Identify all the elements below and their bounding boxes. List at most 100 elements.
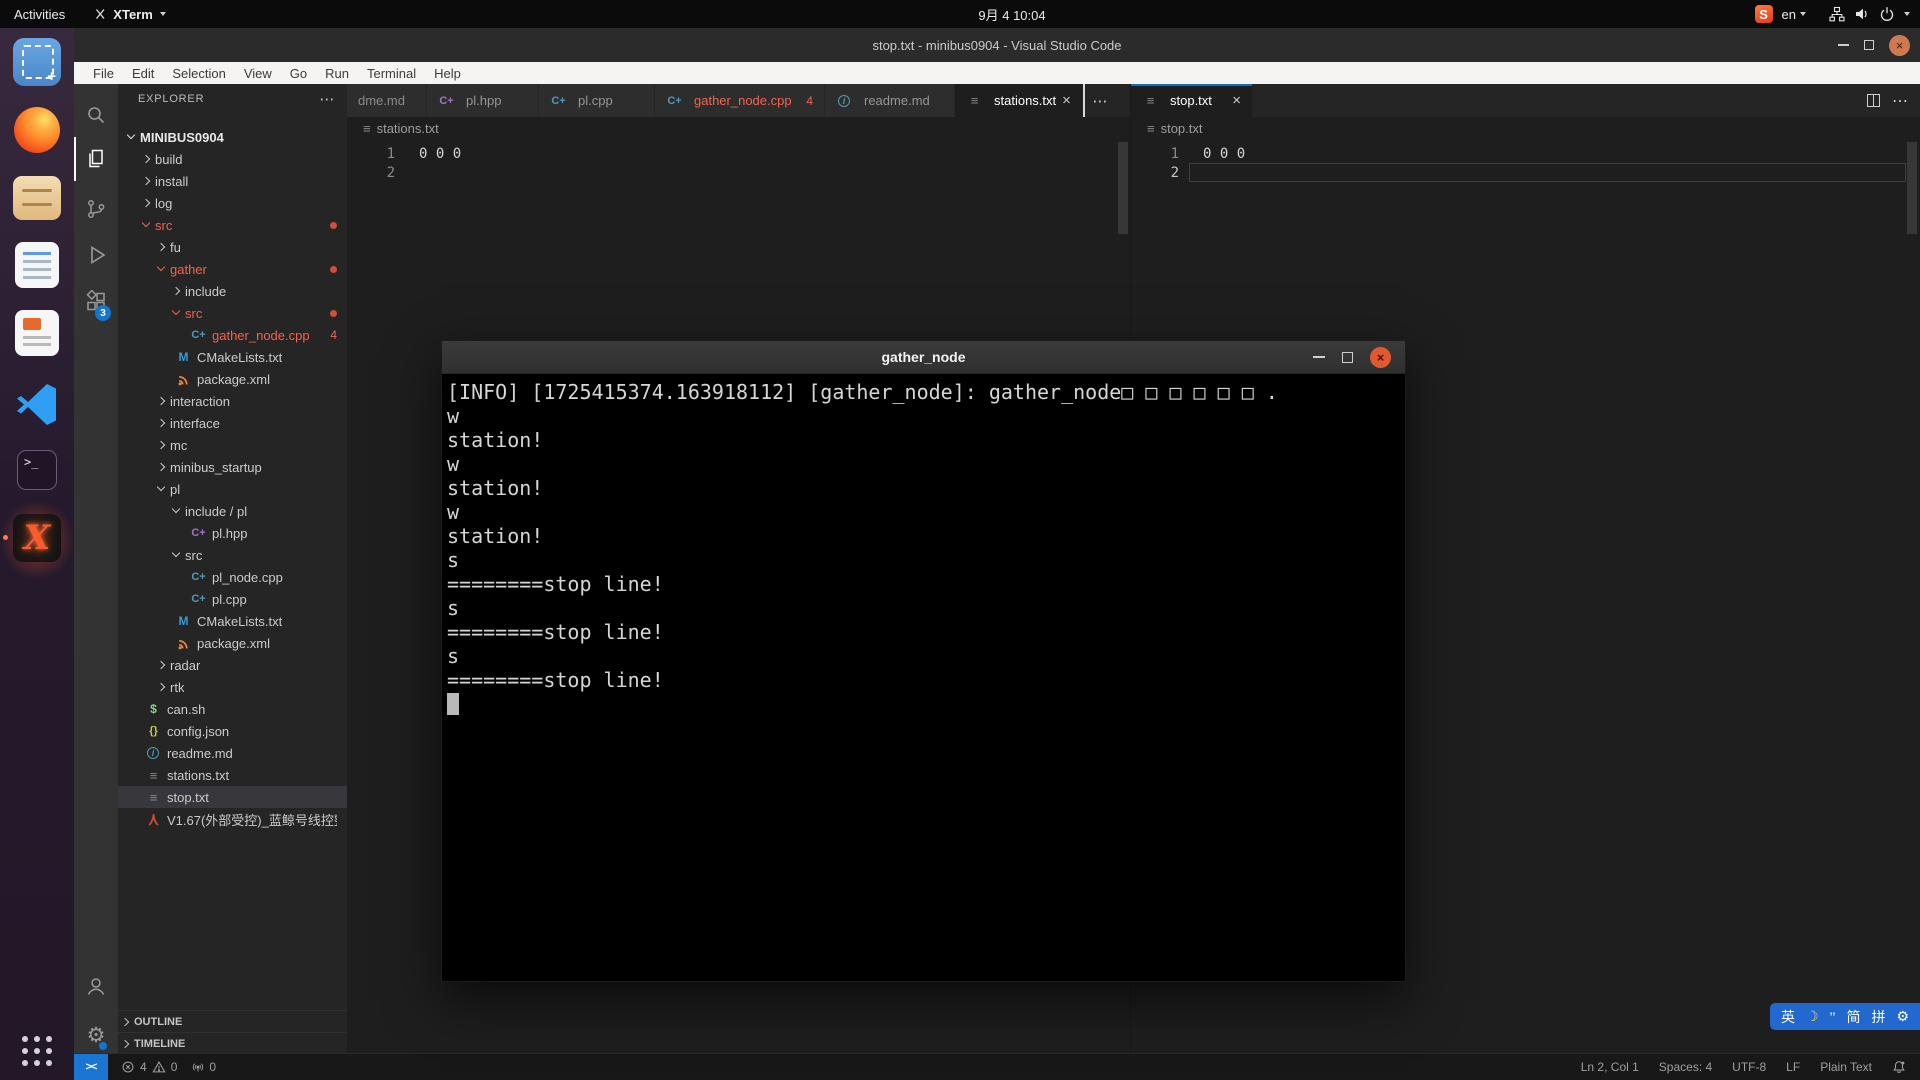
tree-item-package-xml[interactable]: package.xml bbox=[118, 632, 347, 654]
volume-icon[interactable] bbox=[1854, 6, 1870, 22]
tree-item-cmakelists-txt[interactable]: MCMakeLists.txt bbox=[118, 346, 347, 368]
tab-stop-txt[interactable]: ≡stop.txt× bbox=[1131, 84, 1253, 117]
clock[interactable]: 9月 4 10:04 bbox=[978, 5, 1045, 24]
tab-pl-cpp[interactable]: C+pl.cpp bbox=[539, 84, 655, 117]
tree-item-v1-67[interactable]: V1.67(外部受控)_蓝鲸号线控整... bbox=[118, 808, 347, 830]
dock-item-libreoffice-writer[interactable] bbox=[13, 242, 61, 290]
scrollbar[interactable] bbox=[1907, 142, 1917, 234]
ime-pinyin[interactable]: 拼 bbox=[1871, 1007, 1885, 1027]
tree-item-src[interactable]: src bbox=[118, 302, 347, 324]
tree-item-fu[interactable]: fu bbox=[118, 236, 347, 258]
tree-item-mc[interactable]: mc bbox=[118, 434, 347, 456]
close-icon[interactable]: × bbox=[1232, 92, 1241, 109]
explorer-icon[interactable] bbox=[80, 143, 112, 175]
tree-item-build[interactable]: build bbox=[118, 148, 347, 170]
tab-gather-node-cpp[interactable]: C+gather_node.cpp4 bbox=[655, 84, 825, 117]
breadcrumb[interactable]: ≡ stations.txt bbox=[347, 117, 1130, 139]
tree-item-config-json[interactable]: {}config.json bbox=[118, 720, 347, 742]
tree-item-stations-txt[interactable]: ≡stations.txt bbox=[118, 764, 347, 786]
breadcrumb-file[interactable]: stations.txt bbox=[377, 121, 439, 136]
menu-file[interactable]: File bbox=[84, 66, 123, 81]
terminal-output[interactable]: [INFO] [1725415374.163918112] [gather_no… bbox=[442, 374, 1405, 981]
ime-settings-icon[interactable]: ⚙ bbox=[1896, 1008, 1909, 1025]
outline-section[interactable]: OUTLINE bbox=[118, 1010, 347, 1032]
dock-item-libreoffice-impress[interactable] bbox=[13, 310, 61, 358]
close-icon[interactable]: × bbox=[1062, 92, 1071, 109]
menu-go[interactable]: Go bbox=[281, 66, 316, 81]
vscode-titlebar[interactable]: stop.txt - minibus0904 - Visual Studio C… bbox=[74, 28, 1920, 62]
minimize-button[interactable] bbox=[1313, 356, 1325, 358]
tree-item-pl-hpp[interactable]: C+pl.hpp bbox=[118, 522, 347, 544]
source-control-icon[interactable] bbox=[80, 193, 112, 225]
ime-simplified[interactable]: 简 bbox=[1846, 1007, 1860, 1027]
tree-item-pl[interactable]: pl bbox=[118, 478, 347, 500]
code-line[interactable]: 10 0 0 bbox=[1131, 144, 1920, 163]
dock-item-xterm[interactable]: X bbox=[13, 514, 61, 562]
chevron-down-icon[interactable] bbox=[1904, 12, 1910, 16]
editor-more-actions[interactable]: ⋯ bbox=[1892, 91, 1908, 111]
close-button[interactable]: × bbox=[1889, 35, 1910, 56]
code-line[interactable]: 10 0 0 bbox=[347, 144, 1130, 163]
code-line[interactable]: 2 bbox=[1131, 163, 1920, 182]
tree-item-package-xml[interactable]: package.xml bbox=[118, 368, 347, 390]
dock-item-files[interactable] bbox=[13, 174, 61, 222]
tree-item-can-sh[interactable]: $can.sh bbox=[118, 698, 347, 720]
tree-item-gather[interactable]: gather bbox=[118, 258, 347, 280]
tree-item-pl-cpp[interactable]: C+pl.cpp bbox=[118, 588, 347, 610]
status-lf[interactable]: LF bbox=[1786, 1060, 1800, 1074]
restore-button[interactable] bbox=[1864, 40, 1874, 50]
split-editor-icon[interactable] bbox=[1867, 94, 1880, 107]
dock-item-show-apps[interactable] bbox=[13, 1027, 61, 1075]
timeline-section[interactable]: TIMELINE bbox=[118, 1032, 347, 1053]
tree-item-rtk[interactable]: rtk bbox=[118, 676, 347, 698]
focused-app-menu[interactable]: XTerm bbox=[95, 7, 166, 22]
tab-readme-md[interactable]: ireadme.md bbox=[825, 84, 955, 117]
menu-help[interactable]: Help bbox=[425, 66, 470, 81]
tree-item-interface[interactable]: interface bbox=[118, 412, 347, 434]
menu-run[interactable]: Run bbox=[316, 66, 358, 81]
status-utf-8[interactable]: UTF-8 bbox=[1732, 1060, 1766, 1074]
dock-item-terminal[interactable]: >_ bbox=[13, 446, 61, 494]
code-line[interactable]: 2 bbox=[347, 163, 1130, 182]
close-button[interactable]: × bbox=[1370, 347, 1391, 368]
tab-pl-hpp[interactable]: C+pl.hpp bbox=[427, 84, 539, 117]
status-ln-2-col-1[interactable]: Ln 2, Col 1 bbox=[1581, 1060, 1639, 1074]
remote-indicator[interactable]: >< bbox=[74, 1054, 108, 1080]
sogou-input-icon[interactable]: S bbox=[1755, 5, 1773, 23]
dock-item-firefox[interactable] bbox=[13, 106, 61, 154]
minimize-button[interactable] bbox=[1838, 44, 1849, 46]
more-tabs-button[interactable]: ⋯ bbox=[1085, 84, 1115, 117]
tree-item-include-pl[interactable]: include / pl bbox=[118, 500, 347, 522]
tree-item-radar[interactable]: radar bbox=[118, 654, 347, 676]
menu-terminal[interactable]: Terminal bbox=[358, 66, 425, 81]
menu-view[interactable]: View bbox=[235, 66, 281, 81]
keyboard-layout-indicator[interactable]: en bbox=[1782, 7, 1806, 22]
dock-item-vscode[interactable] bbox=[13, 378, 61, 426]
tree-item-interaction[interactable]: interaction bbox=[118, 390, 347, 412]
run-debug-icon[interactable] bbox=[80, 239, 112, 271]
search-icon[interactable] bbox=[80, 99, 112, 131]
tree-item-gather-node-cpp[interactable]: C+gather_node.cpp4 bbox=[118, 324, 347, 346]
activities-button[interactable]: Activities bbox=[14, 7, 65, 22]
power-icon[interactable] bbox=[1879, 6, 1895, 22]
tree-item-src[interactable]: src bbox=[118, 544, 347, 566]
network-icon[interactable] bbox=[1829, 6, 1845, 22]
menu-edit[interactable]: Edit bbox=[123, 66, 163, 81]
tree-item-install[interactable]: install bbox=[118, 170, 347, 192]
scrollbar[interactable] bbox=[1118, 142, 1128, 234]
breadcrumb[interactable]: ≡ stop.txt bbox=[1131, 117, 1920, 139]
tree-item-include[interactable]: include bbox=[118, 280, 347, 302]
ports-indicator[interactable]: 0 bbox=[184, 1054, 223, 1080]
tree-item-minibus0904[interactable]: MINIBUS0904 bbox=[118, 126, 347, 148]
tree-item-minibus-startup[interactable]: minibus_startup bbox=[118, 456, 347, 478]
account-icon[interactable] bbox=[80, 970, 112, 1002]
tree-item-stop-txt[interactable]: ≡stop.txt bbox=[118, 786, 347, 808]
explorer-more-actions[interactable]: ⋯ bbox=[319, 90, 335, 108]
tree-item-log[interactable]: log bbox=[118, 192, 347, 214]
tree-item-src[interactable]: src bbox=[118, 214, 347, 236]
ime-punctuation[interactable]: ’’ bbox=[1830, 1009, 1836, 1025]
notifications-bell-icon[interactable] bbox=[1892, 1060, 1906, 1074]
ime-lang[interactable]: 英 bbox=[1781, 1007, 1795, 1027]
tab-stations-txt[interactable]: ≡stations.txt× bbox=[955, 84, 1083, 117]
status-spaces-4[interactable]: Spaces: 4 bbox=[1659, 1060, 1712, 1074]
